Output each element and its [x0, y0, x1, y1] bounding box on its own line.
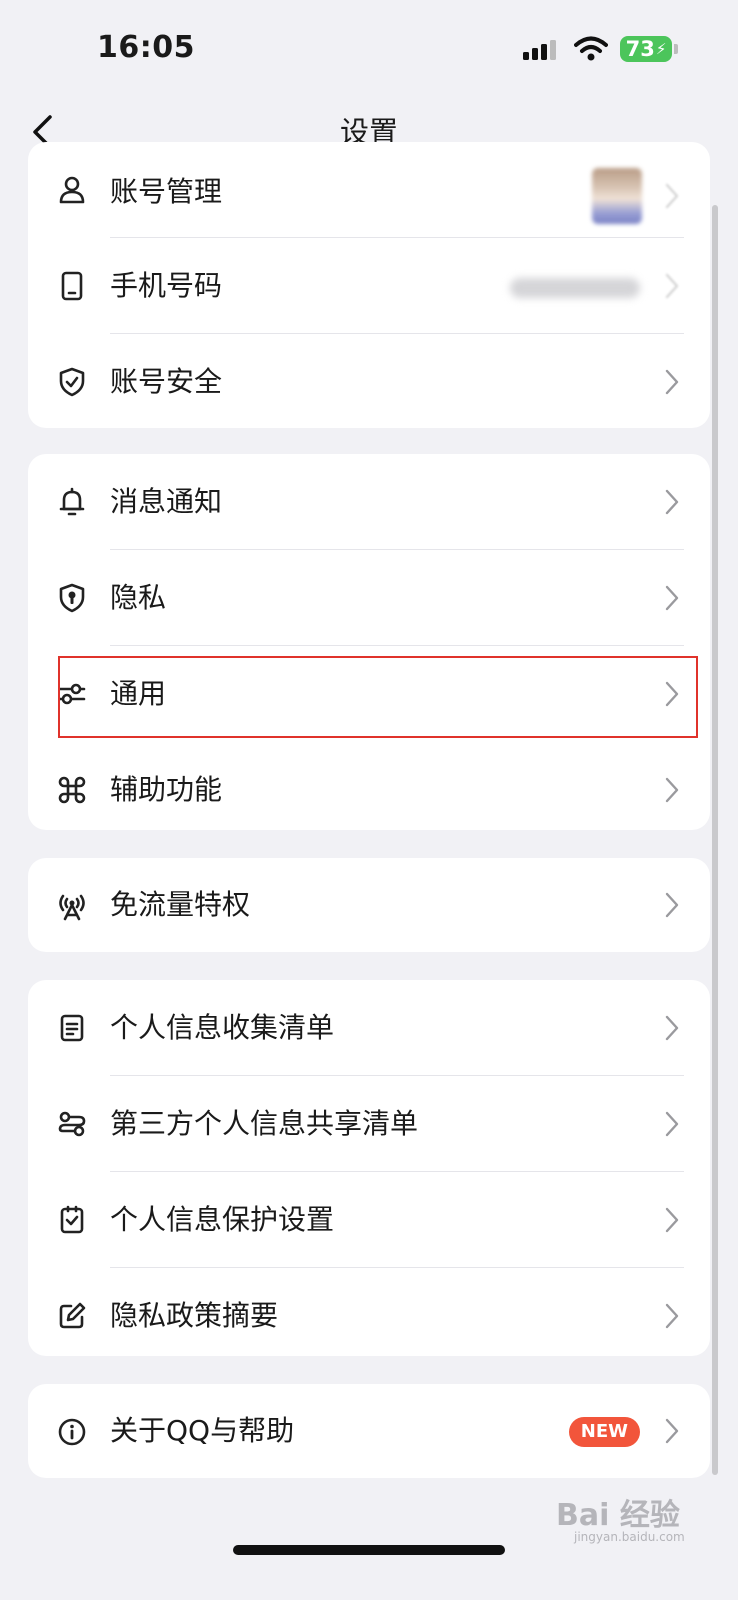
battery-tip [674, 44, 678, 54]
status-bar: 16:05 73 ⚡ [0, 0, 738, 100]
chevron-right-icon [665, 489, 679, 515]
settings-row-info-protection-settings[interactable]: 个人信息保护设置 [28, 1172, 710, 1268]
settings-row-info-collection-list[interactable]: 个人信息收集清单 [28, 980, 710, 1076]
bell-icon [56, 486, 88, 518]
chevron-right-icon [665, 1207, 679, 1233]
person-icon [56, 174, 88, 206]
chevron-right-icon [665, 1418, 679, 1444]
settings-row-account-management[interactable]: 账号管理 [28, 142, 710, 238]
phone-number-redacted [510, 278, 640, 298]
settings-row-label: 辅助功能 [110, 773, 223, 806]
broadcast-icon [56, 890, 88, 922]
chevron-right-icon [665, 183, 679, 209]
settings-row-label: 消息通知 [110, 485, 223, 518]
battery-icon: 73 ⚡ [620, 36, 672, 62]
settings-row-phone-number[interactable]: 手机号码 [28, 238, 710, 334]
highlight-box [58, 656, 698, 738]
chevron-right-icon [665, 777, 679, 803]
scrollbar[interactable] [712, 205, 718, 1475]
new-badge: NEW [568, 1417, 640, 1447]
watermark-logo: Bai 经验 jingyan.baidu.com [556, 1498, 685, 1544]
personal-info-group: 个人信息收集清单 第三方个人信息共享清单 个人信息保护设置 隐私政策摘要 [28, 980, 710, 1356]
chevron-right-icon [665, 892, 679, 918]
about-group: 关于QQ与帮助 NEW [28, 1384, 710, 1478]
general-group: 消息通知 隐私 通用 辅助功能 [28, 454, 710, 830]
settings-row-notifications[interactable]: 消息通知 [28, 454, 710, 550]
battery-level: 73 [625, 37, 655, 61]
settings-row-about-help[interactable]: 关于QQ与帮助 NEW [28, 1384, 710, 1478]
settings-row-label: 账号安全 [110, 365, 223, 398]
data-free-group: 免流量特权 [28, 858, 710, 952]
settings-row-label: 隐私 [110, 581, 167, 614]
wifi-icon [574, 36, 608, 62]
chevron-right-icon [665, 273, 679, 299]
chevron-right-icon [665, 1303, 679, 1329]
checklist-icon [56, 1204, 88, 1236]
privacy-shield-icon [56, 582, 88, 614]
settings-row-label: 账号管理 [110, 175, 223, 208]
settings-row-account-security[interactable]: 账号安全 [28, 334, 710, 428]
edit-icon [56, 1300, 88, 1332]
chevron-right-icon [665, 369, 679, 395]
settings-row-label: 手机号码 [110, 269, 223, 302]
command-icon [56, 774, 88, 806]
chevron-right-icon [665, 1111, 679, 1137]
settings-row-label: 隐私政策摘要 [110, 1299, 279, 1332]
settings-row-third-party-sharing-list[interactable]: 第三方个人信息共享清单 [28, 1076, 710, 1172]
settings-row-label: 个人信息收集清单 [110, 1011, 335, 1044]
home-indicator[interactable] [233, 1545, 505, 1555]
settings-row-accessibility[interactable]: 辅助功能 [28, 742, 710, 838]
chevron-right-icon [665, 1015, 679, 1041]
settings-row-label: 个人信息保护设置 [110, 1203, 335, 1236]
share-list-icon [56, 1108, 88, 1140]
settings-row-label: 第三方个人信息共享清单 [110, 1107, 419, 1140]
shield-check-icon [56, 366, 88, 398]
chevron-right-icon [665, 585, 679, 611]
signal-icon [523, 40, 561, 60]
settings-row-data-free[interactable]: 免流量特权 [28, 858, 710, 952]
settings-row-label: 免流量特权 [110, 888, 251, 921]
status-time: 16:05 [97, 30, 195, 65]
settings-row-privacy[interactable]: 隐私 [28, 550, 710, 646]
settings-row-privacy-policy-summary[interactable]: 隐私政策摘要 [28, 1268, 710, 1364]
document-icon [56, 1012, 88, 1044]
account-group: 账号管理 手机号码 账号安全 [28, 142, 710, 428]
phone-icon [56, 270, 88, 302]
avatar [592, 168, 642, 224]
settings-row-label: 关于QQ与帮助 [110, 1414, 295, 1447]
info-icon [56, 1416, 88, 1448]
